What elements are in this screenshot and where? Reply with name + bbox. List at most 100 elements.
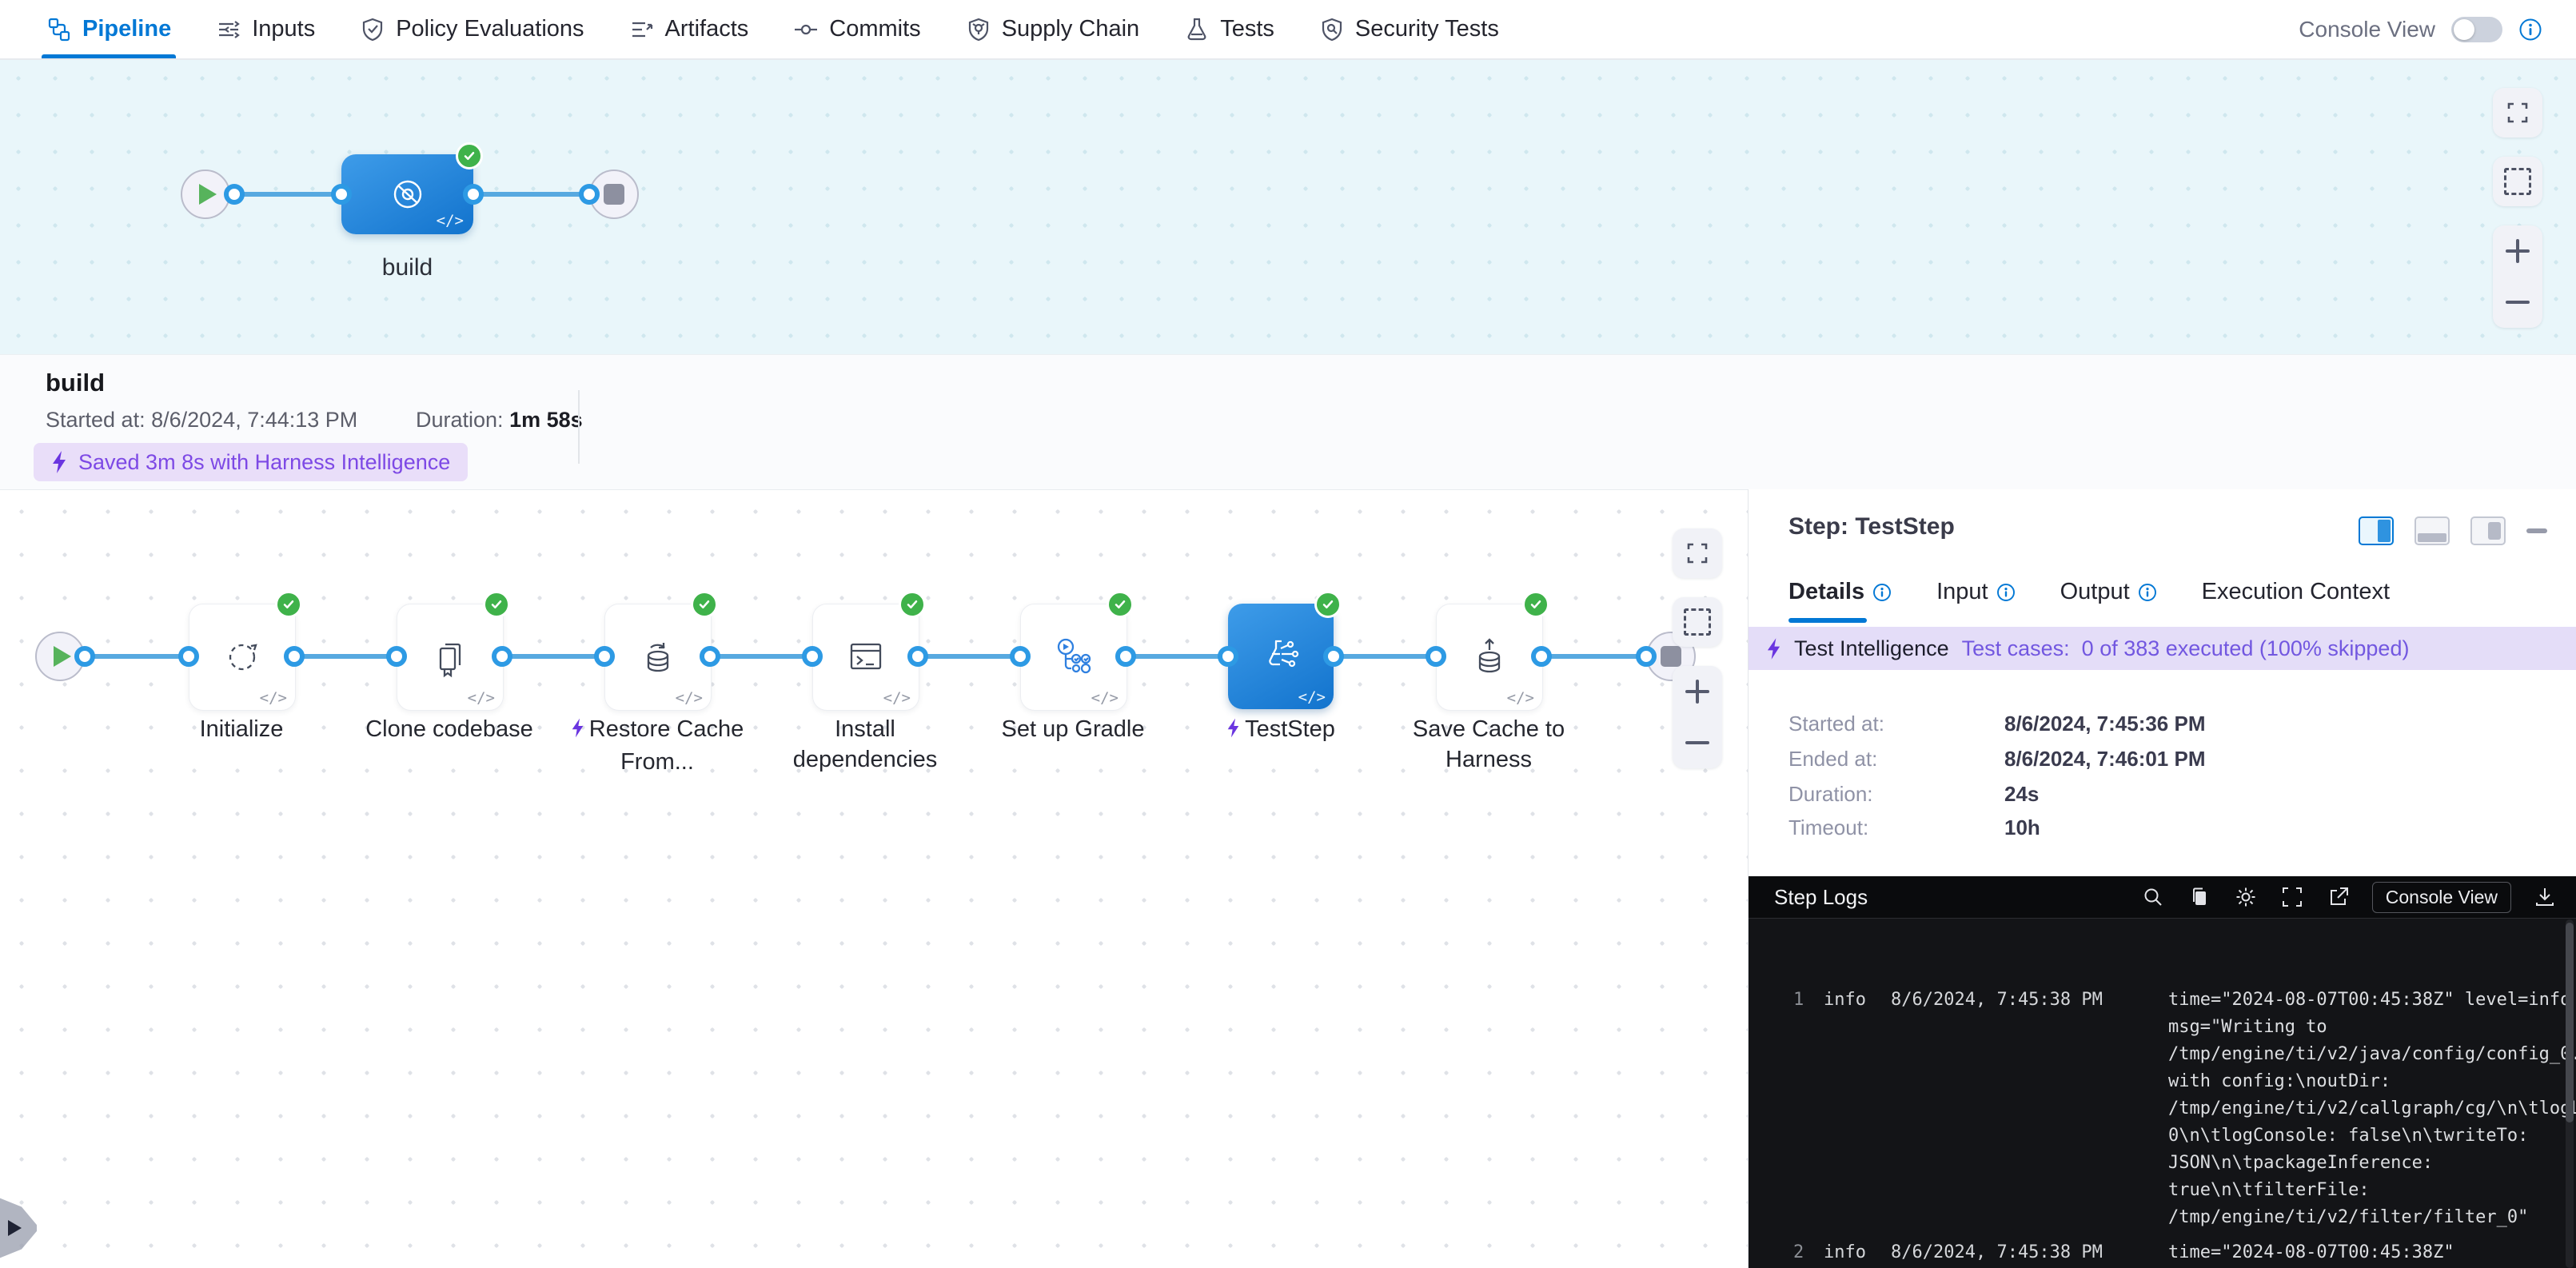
ti-banner-detail[interactable]: Test cases: 0 of 383 executed (100% skip… — [1962, 636, 2410, 661]
tab-commits[interactable]: Commits — [793, 0, 920, 58]
edge — [1126, 654, 1228, 659]
security-tests-icon — [1319, 17, 1345, 42]
success-badge — [483, 591, 510, 618]
step-node-teststep[interactable]: </> — [1228, 604, 1334, 709]
zoom-out-button[interactable] — [1673, 717, 1722, 768]
shield-check-icon — [360, 17, 385, 42]
yaml-code-glyph: </> — [676, 689, 703, 707]
external-link-icon — [2327, 886, 2350, 908]
tab-output[interactable]: Output — [2060, 579, 2157, 605]
info-icon[interactable] — [2518, 18, 2542, 42]
console-view-button[interactable]: Console View — [2372, 882, 2511, 913]
restore-cache-icon — [635, 634, 681, 680]
open-in-new-tab-button[interactable] — [2326, 884, 2351, 910]
test-intelligence-banner[interactable]: Test Intelligence Test cases: 0 of 383 e… — [1749, 627, 2576, 670]
marquee-select-button[interactable] — [2493, 157, 2542, 206]
detail-label: Duration: — [1788, 782, 1873, 806]
node-port — [907, 646, 928, 667]
tab-execution-context[interactable]: Execution Context — [2202, 579, 2390, 605]
step-node-clone-codebase[interactable]: </> — [397, 604, 504, 711]
copy-logs-button[interactable] — [2187, 884, 2212, 910]
divider — [578, 390, 580, 464]
download-logs-button[interactable] — [2532, 884, 2558, 910]
step-logs-body[interactable]: 1 info 8/6/2024, 7:45:38 PM time="2024-0… — [1749, 919, 2576, 1268]
zoom-out-button[interactable] — [2493, 277, 2542, 328]
yaml-code-glyph: </> — [1507, 689, 1534, 707]
detail-label: Started at: — [1788, 712, 1884, 736]
tab-label: Policy Evaluations — [396, 16, 584, 42]
edge — [294, 654, 397, 659]
step-label-clone-codebase[interactable]: Clone codebase — [349, 714, 549, 744]
stage-duration: Duration: 1m 58s — [416, 408, 583, 433]
tab-label: Output — [2060, 579, 2130, 605]
step-node-install-dependencies[interactable]: </> — [812, 604, 919, 711]
yaml-code-glyph: </> — [468, 689, 495, 707]
fullscreen-button[interactable] — [2493, 88, 2542, 138]
expand-logs-button[interactable] — [2279, 884, 2305, 910]
node-port — [492, 646, 512, 667]
success-badge — [1107, 591, 1134, 618]
step-logs-title: Step Logs — [1774, 885, 1868, 910]
stage-node-build[interactable]: </> — [341, 154, 473, 234]
zoom-in-button[interactable] — [2493, 225, 2542, 277]
yaml-code-glyph: </> — [437, 212, 464, 229]
marquee-select-button[interactable] — [1673, 597, 1722, 647]
tab-policy-evaluations[interactable]: Policy Evaluations — [360, 0, 584, 58]
execution-graph-canvas[interactable]: </> </> </> </> </> </> </> — [0, 489, 1748, 1268]
harness-intelligence-badge[interactable]: Saved 3m 8s with Harness Intelligence — [34, 443, 468, 481]
yaml-code-glyph: </> — [1091, 689, 1119, 707]
log-settings-button[interactable] — [2233, 884, 2259, 910]
step-node-restore-cache[interactable]: </> — [604, 604, 712, 711]
gear-icon — [2235, 886, 2257, 908]
logs-scrollbar[interactable] — [2566, 919, 2574, 1268]
tab-label: Input — [1936, 579, 1988, 605]
flask-icon — [1184, 17, 1210, 42]
step-label-restore-cache[interactable]: Restore Cache From... — [557, 714, 757, 777]
tab-input[interactable]: Input — [1936, 579, 2016, 605]
step-label-set-up-gradle[interactable]: Set up Gradle — [973, 714, 1173, 744]
tab-supply-chain[interactable]: Supply Chain — [966, 0, 1140, 58]
node-port — [224, 184, 245, 205]
step-node-set-up-gradle[interactable]: </> — [1020, 604, 1127, 711]
node-port — [1531, 646, 1552, 667]
left-panel-expand-handle[interactable] — [0, 1197, 37, 1259]
ti-banner-title: Test Intelligence — [1794, 636, 1949, 661]
tab-artifacts[interactable]: Artifacts — [629, 0, 749, 58]
pipeline-start-node[interactable] — [181, 169, 230, 219]
console-view-label: Console View — [2299, 17, 2435, 42]
layout-fill — [2418, 533, 2446, 542]
yaml-code-glyph: </> — [1298, 688, 1326, 706]
label-text: Install dependencies — [793, 716, 938, 772]
label-text: TestStep — [1245, 716, 1335, 742]
tab-pipeline[interactable]: Pipeline — [46, 0, 171, 58]
step-node-save-cache[interactable]: </> — [1436, 604, 1543, 711]
step-label-initialize[interactable]: Initialize — [142, 714, 341, 744]
initialize-icon — [219, 634, 265, 680]
search-logs-button[interactable] — [2140, 884, 2166, 910]
log-message: JSON\n\tpackageInference: — [2168, 1153, 2433, 1173]
stage-started-at: Started at: 8/6/2024, 7:44:13 PM — [46, 408, 357, 433]
layout-floating-button[interactable] — [2470, 516, 2506, 545]
step-label-save-cache[interactable]: Save Cache to Harness — [1389, 714, 1589, 775]
layout-right-split-button[interactable] — [2359, 516, 2394, 545]
pipeline-graph-canvas[interactable]: </> build — [0, 60, 2576, 354]
detail-value: 24s — [2004, 782, 2039, 807]
step-label-install-dependencies[interactable]: Install dependencies — [765, 714, 965, 775]
zoom-in-button[interactable] — [1673, 666, 1722, 717]
layout-bottom-split-button[interactable] — [2415, 516, 2450, 545]
tab-tests[interactable]: Tests — [1184, 0, 1274, 58]
log-timestamp: 8/6/2024, 7:45:38 PM — [1891, 1242, 2103, 1262]
edge — [1334, 654, 1436, 659]
layout-fill — [2378, 520, 2391, 542]
minimize-panel-button[interactable] — [2526, 528, 2547, 533]
console-view-toggle[interactable] — [2451, 17, 2502, 42]
fullscreen-button[interactable] — [1673, 528, 1722, 578]
step-node-initialize[interactable]: </> — [189, 604, 296, 711]
stage-label[interactable]: build — [345, 254, 469, 281]
step-label-teststep[interactable]: TestStep — [1181, 714, 1381, 747]
tab-security-tests[interactable]: Security Tests — [1319, 0, 1499, 58]
label-text: Save Cache to Harness — [1413, 716, 1565, 772]
tab-inputs[interactable]: Inputs — [216, 0, 315, 58]
logs-scrollbar-thumb[interactable] — [2566, 923, 2574, 1122]
tab-details[interactable]: Details — [1788, 579, 1892, 605]
